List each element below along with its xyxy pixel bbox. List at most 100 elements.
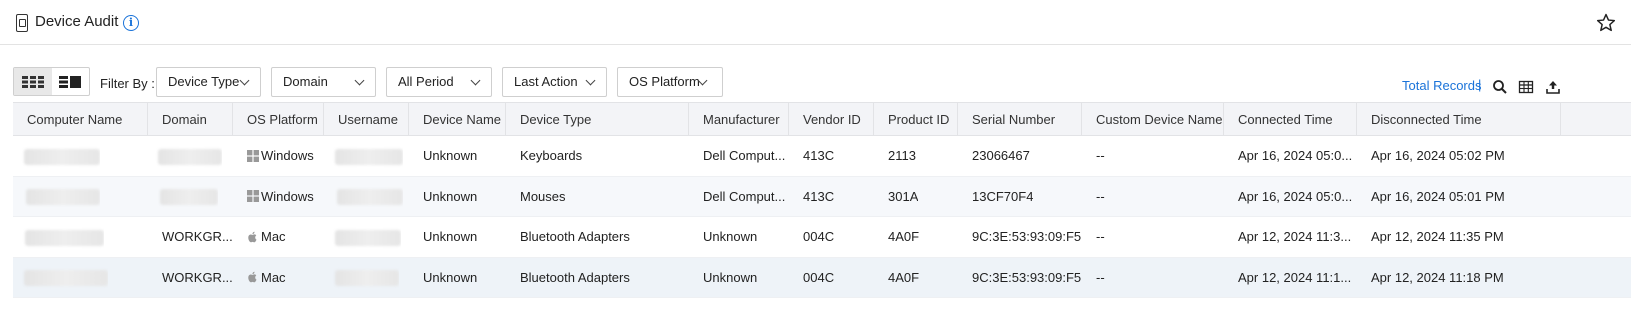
vendor-id-cell: 413C xyxy=(803,148,835,163)
search-icon[interactable] xyxy=(1492,79,1508,95)
column-header-os-platform[interactable]: OS Platform xyxy=(233,103,324,136)
export-icon[interactable] xyxy=(1545,79,1561,95)
device-type-cell: Bluetooth Adapters xyxy=(520,229,630,244)
column-header-vendor-id[interactable]: Vendor ID xyxy=(789,103,874,136)
chevron-down-icon xyxy=(354,75,365,86)
custom-device-name-cell: -- xyxy=(1096,148,1105,163)
column-header-computer-name[interactable]: Computer Name xyxy=(13,103,148,136)
device-type-cell: Bluetooth Adapters xyxy=(520,269,630,285)
chevron-down-icon xyxy=(585,75,596,86)
serial-number-cell: 23066467 xyxy=(972,148,1030,163)
serial-number-cell: 9C:3E:53:93:09:F5 xyxy=(972,229,1082,244)
table-row[interactable]: WORKGR... Mac Unknown Bluetooth Adapters… xyxy=(13,257,1631,298)
redacted-value xyxy=(335,148,403,165)
column-header-username[interactable]: Username xyxy=(324,103,409,136)
os-platform-cell: Windows xyxy=(233,136,314,176)
manufacturer-cell: Unknown xyxy=(703,229,758,244)
toolbar-separator: | xyxy=(1478,77,1482,92)
connected-time-cell: Apr 16, 2024 05:0... xyxy=(1238,188,1353,204)
column-header-product-id[interactable]: Product ID xyxy=(874,103,958,136)
domain-cell xyxy=(148,177,218,217)
redacted-value xyxy=(24,148,100,165)
os-platform-cell: Windows xyxy=(233,177,314,217)
apple-icon xyxy=(248,271,257,283)
vendor-id-cell: 004C xyxy=(803,229,835,244)
os-platform-value: Mac xyxy=(261,229,286,244)
domain-filter-label: Domain xyxy=(283,74,328,89)
product-id-cell: 301A xyxy=(888,188,919,204)
disconnected-time-cell: Apr 16, 2024 05:02 PM xyxy=(1371,148,1505,163)
column-header-device-type[interactable]: Device Type xyxy=(506,103,689,136)
vendor-id-cell: 004C xyxy=(803,269,835,285)
domain-filter[interactable]: Domain xyxy=(271,67,376,97)
os-platform-filter[interactable]: OS Platform xyxy=(617,67,723,97)
os-platform-cell: Mac xyxy=(233,258,286,298)
custom-device-name-cell: -- xyxy=(1096,269,1105,285)
column-header-spacer xyxy=(1561,103,1631,136)
connected-time-cell: Apr 12, 2024 11:1... xyxy=(1238,269,1352,285)
serial-number-cell: 13CF70F4 xyxy=(972,188,1034,204)
list-view-button[interactable] xyxy=(52,68,90,95)
redacted-value xyxy=(24,270,108,287)
star-icon[interactable] xyxy=(1595,12,1617,34)
custom-device-name-cell: -- xyxy=(1096,229,1105,244)
redacted-value xyxy=(335,270,399,287)
table-row[interactable]: WORKGR... Mac Unknown Bluetooth Adapters… xyxy=(13,217,1631,258)
period-filter[interactable]: All Period xyxy=(386,67,492,97)
device-name-cell: Unknown xyxy=(423,229,478,244)
column-header-manufacturer[interactable]: Manufacturer xyxy=(689,103,789,136)
computer-name-cell xyxy=(13,177,100,217)
device-name-cell: Unknown xyxy=(423,148,478,163)
os-platform-cell: Mac xyxy=(233,217,286,257)
column-header-device-name[interactable]: Device Name xyxy=(409,103,506,136)
username-cell xyxy=(324,136,403,176)
device-type-filter-label: Device Type xyxy=(168,74,240,89)
device-audit-icon xyxy=(16,14,28,32)
disconnected-time-cell: Apr 12, 2024 11:18 PM xyxy=(1371,269,1504,285)
os-platform-value: Windows xyxy=(261,148,314,163)
disconnected-time-cell: Apr 16, 2024 05:01 PM xyxy=(1371,188,1505,204)
info-icon[interactable]: i xyxy=(123,15,139,31)
column-header-disconnected-time[interactable]: Disconnected Time xyxy=(1357,103,1561,136)
view-toggle xyxy=(13,67,90,96)
device-type-filter[interactable]: Device Type xyxy=(156,67,261,97)
computer-name-cell xyxy=(13,136,100,176)
redacted-value xyxy=(335,229,401,246)
os-platform-filter-label: OS Platform xyxy=(629,74,700,89)
serial-number-cell: 9C:3E:53:93:09:F5 xyxy=(972,269,1082,285)
apple-icon xyxy=(248,231,257,242)
filter-by-label: Filter By : xyxy=(100,76,155,91)
windows-icon xyxy=(247,190,259,203)
column-header-serial-number[interactable]: Serial Number xyxy=(958,103,1082,136)
column-header-domain[interactable]: Domain xyxy=(148,103,233,136)
device-type-cell: Mouses xyxy=(520,188,566,204)
page-title: Device Audit xyxy=(35,13,119,30)
total-records-link[interactable]: Total Records xyxy=(1402,78,1481,93)
os-platform-value: Mac xyxy=(261,269,286,285)
connected-time-cell: Apr 16, 2024 05:0... xyxy=(1238,148,1353,163)
username-cell xyxy=(324,258,399,298)
page-header: Device Audit i xyxy=(0,0,1631,45)
username-cell xyxy=(324,217,401,257)
redacted-value xyxy=(158,148,222,165)
computer-name-cell xyxy=(13,258,108,298)
product-id-cell: 4A0F xyxy=(888,269,920,285)
manufacturer-cell: Dell Comput... xyxy=(703,148,786,163)
grid-view-icon xyxy=(21,75,44,88)
device-name-cell: Unknown xyxy=(423,269,478,285)
grid-view-button[interactable] xyxy=(14,68,52,95)
column-chooser-icon[interactable] xyxy=(1518,79,1534,95)
redacted-value xyxy=(337,189,403,206)
table-row[interactable]: Windows Unknown Keyboards Dell Comput...… xyxy=(13,136,1631,177)
disconnected-time-cell: Apr 12, 2024 11:35 PM xyxy=(1371,229,1504,244)
last-action-filter[interactable]: Last Action xyxy=(502,67,607,97)
column-header-connected-time[interactable]: Connected Time xyxy=(1224,103,1357,136)
device-type-cell: Keyboards xyxy=(520,148,583,163)
product-id-cell: 4A0F xyxy=(888,229,920,244)
column-header-custom-device-name[interactable]: Custom Device Name xyxy=(1082,103,1224,136)
chevron-down-icon xyxy=(470,75,481,86)
domain-cell: WORKGR... xyxy=(162,269,233,285)
manufacturer-cell: Unknown xyxy=(703,269,758,285)
table-header: Computer Name Domain OS Platform Usernam… xyxy=(13,102,1631,136)
table-row[interactable]: Windows Unknown Mouses Dell Comput... 41… xyxy=(13,176,1631,217)
